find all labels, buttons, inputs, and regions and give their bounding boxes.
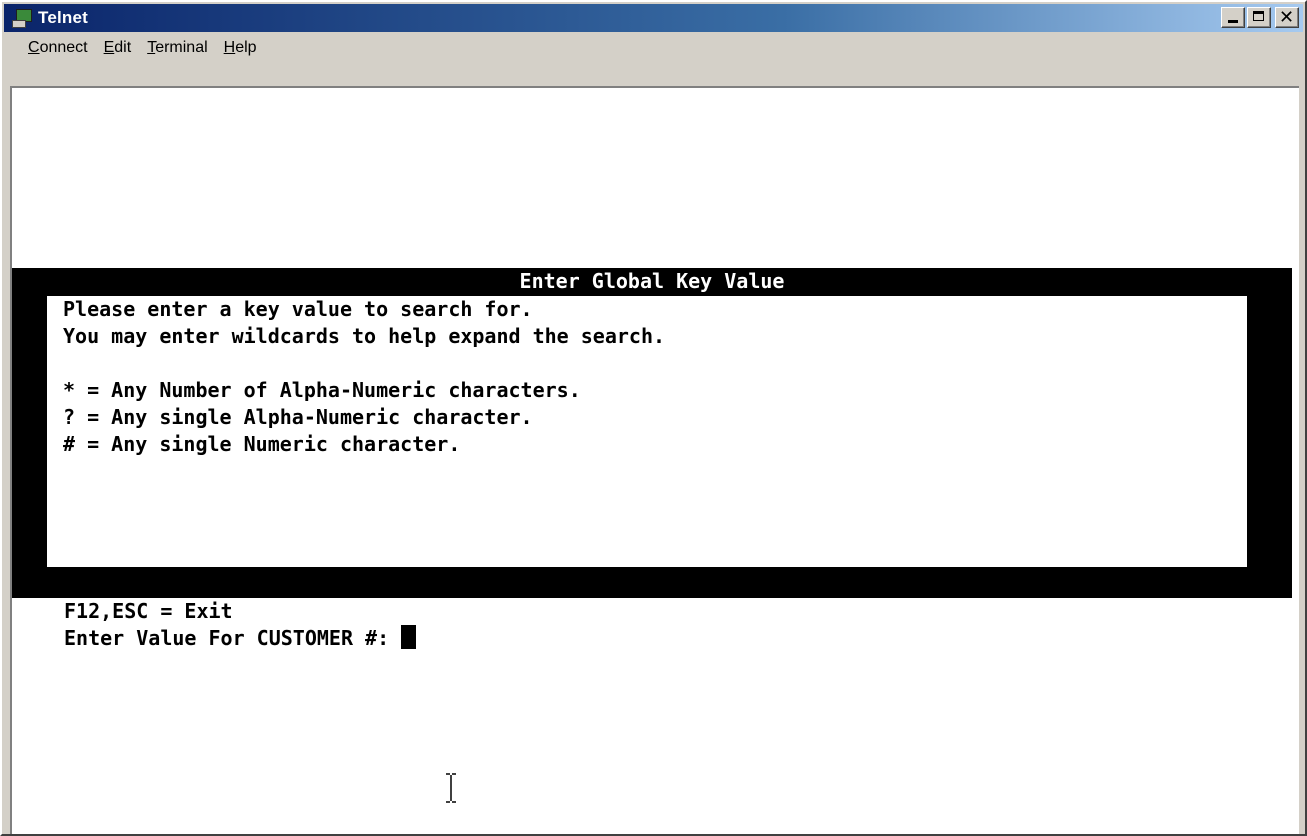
ibeam-cursor-icon bbox=[446, 773, 456, 803]
customer-prompt-label: Enter Value For CUSTOMER #: bbox=[64, 626, 402, 650]
minimize-button[interactable] bbox=[1221, 7, 1245, 28]
maximize-button[interactable] bbox=[1247, 7, 1271, 28]
dialog-body: Please enter a key value to search for. … bbox=[47, 296, 1247, 567]
menu-edit[interactable]: Edit bbox=[96, 39, 140, 57]
dialog-line: * = Any Number of Alpha-Numeric characte… bbox=[63, 378, 581, 402]
window-controls: ✕ bbox=[1221, 7, 1299, 28]
exit-hint: F12,ESC = Exit bbox=[64, 599, 233, 623]
dialog-line: ? = Any single Alpha-Numeric character. bbox=[63, 405, 533, 429]
maximize-icon bbox=[1253, 11, 1264, 21]
terminal-screen[interactable]: Enter Global Key Value Please enter a ke… bbox=[10, 86, 1299, 834]
dialog-line bbox=[63, 350, 1247, 377]
customer-prompt-line[interactable]: Enter Value For CUSTOMER #: bbox=[64, 625, 417, 652]
telnet-app-icon[interactable] bbox=[10, 8, 32, 28]
menu-connect[interactable]: Connect bbox=[4, 39, 96, 57]
menu-terminal[interactable]: Terminal bbox=[139, 39, 215, 57]
dialog-line: Please enter a key value to search for. bbox=[63, 297, 533, 321]
title-bar[interactable]: Telnet ✕ bbox=[4, 4, 1303, 32]
menu-help[interactable]: Help bbox=[216, 39, 265, 57]
dialog-line: You may enter wildcards to help expand t… bbox=[63, 324, 666, 348]
minimize-icon bbox=[1228, 20, 1238, 23]
dialog-title: Enter Global Key Value bbox=[519, 269, 785, 293]
close-button[interactable]: ✕ bbox=[1275, 7, 1299, 28]
menu-bar: Connect Edit Terminal Help bbox=[4, 34, 1303, 62]
text-cursor-icon bbox=[401, 625, 417, 649]
global-key-dialog: Enter Global Key Value Please enter a ke… bbox=[12, 268, 1292, 598]
close-icon: ✕ bbox=[1279, 7, 1295, 28]
terminal-footer: F12,ESC = Exit Enter Value For CUSTOMER … bbox=[64, 598, 417, 652]
dialog-line: # = Any single Numeric character. bbox=[63, 432, 461, 456]
window-title: Telnet bbox=[38, 8, 89, 27]
